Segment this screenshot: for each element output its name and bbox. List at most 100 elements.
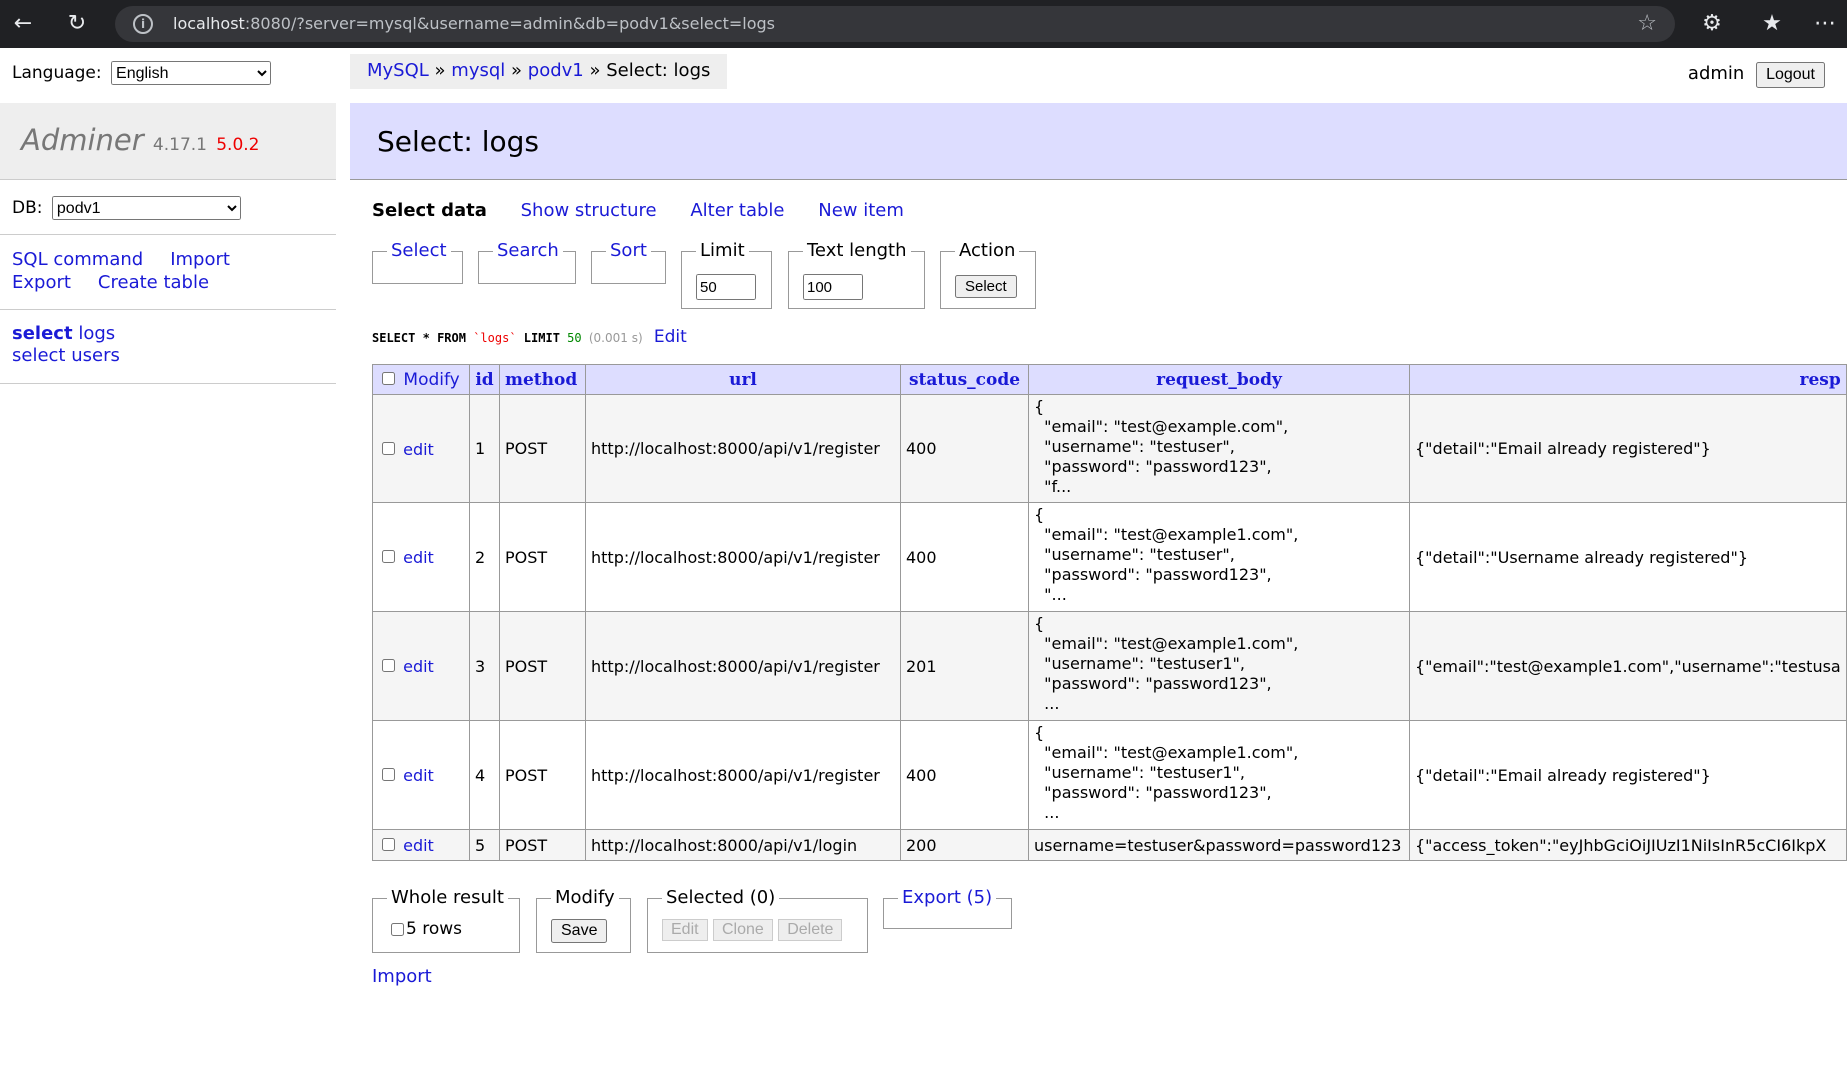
export-toggle[interactable]: Export (5) bbox=[898, 887, 997, 908]
sql-query: SELECT * FROM `logs` LIMIT 50 (0.001 s) … bbox=[372, 327, 687, 347]
sidebar-links: SQL command Import Export Create table bbox=[12, 248, 257, 294]
column-header-url[interactable]: url bbox=[585, 364, 901, 395]
limit-input[interactable] bbox=[696, 274, 756, 300]
favorites-icon[interactable]: ★ bbox=[1757, 9, 1787, 39]
select-columns-toggle[interactable]: Select bbox=[387, 240, 451, 261]
cell-url: http://localhost:8000/api/v1/login bbox=[585, 829, 901, 861]
show-structure-link[interactable]: Show structure bbox=[521, 200, 657, 221]
title-band: Select: logs bbox=[350, 103, 1847, 180]
row-edit-link[interactable]: edit bbox=[403, 836, 434, 855]
logout-button[interactable]: Logout bbox=[1756, 62, 1825, 88]
modify-label: Modify bbox=[551, 887, 619, 908]
row-checkbox[interactable] bbox=[382, 659, 395, 672]
column-header-request-body[interactable]: request_body bbox=[1028, 364, 1410, 395]
column-header-id[interactable]: id bbox=[469, 364, 500, 395]
breadcrumb-mysql-driver[interactable]: MySQL bbox=[367, 60, 429, 81]
db-selector-row: DB: podv1 bbox=[12, 196, 241, 220]
db-label: DB: bbox=[12, 198, 43, 218]
select-submit-button[interactable]: Select bbox=[955, 275, 1017, 298]
row-select-cell: edit bbox=[372, 611, 470, 721]
import-link-bottom[interactable]: Import bbox=[372, 966, 432, 987]
row-select-cell: edit bbox=[372, 829, 470, 861]
all-rows-option[interactable]: 5 rows bbox=[391, 919, 462, 939]
create-table-link[interactable]: Create table bbox=[98, 272, 209, 293]
sort-toggle[interactable]: Sort bbox=[606, 240, 651, 261]
cell-id: 1 bbox=[469, 394, 500, 503]
cell-method: POST bbox=[499, 394, 586, 503]
extensions-icon[interactable]: ⚙ bbox=[1697, 9, 1727, 39]
site-info-icon[interactable]: i bbox=[133, 14, 153, 34]
row-checkbox[interactable] bbox=[382, 768, 395, 781]
cell-request-body: username=testuser&password=password123 bbox=[1028, 829, 1410, 861]
db-select[interactable]: podv1 bbox=[51, 196, 241, 220]
cell-response: {"detail":"Email already registered"} bbox=[1409, 720, 1847, 830]
edit-selected-button[interactable]: Edit bbox=[662, 919, 708, 941]
limit-fieldset: Limit bbox=[681, 240, 772, 309]
cell-status-code: 201 bbox=[900, 611, 1029, 721]
row-select-cell: edit bbox=[372, 394, 470, 503]
browser-toolbar: ← ↻ i localhost:8080/?server=mysql&usern… bbox=[0, 0, 1847, 48]
modify-fieldset: Modify Save bbox=[536, 887, 631, 953]
address-bar[interactable]: i localhost:8080/?server=mysql&username=… bbox=[115, 6, 1675, 42]
action-fieldset: Action Select bbox=[940, 240, 1036, 309]
row-checkbox[interactable] bbox=[382, 441, 395, 455]
save-button[interactable]: Save bbox=[551, 919, 608, 943]
row-edit-link[interactable]: edit bbox=[403, 657, 434, 676]
text-length-fieldset: Text length bbox=[788, 240, 925, 309]
column-header-status-code[interactable]: status_code bbox=[900, 364, 1029, 395]
export-fieldset: Export (5) bbox=[883, 887, 1012, 929]
cell-status-code: 400 bbox=[900, 720, 1029, 830]
select-all-checkbox[interactable] bbox=[382, 372, 395, 385]
cell-method: POST bbox=[499, 720, 586, 830]
version: 4.17.1 bbox=[152, 135, 207, 155]
page-title: Select: logs bbox=[377, 125, 539, 158]
cell-response: {"detail":"Email already registered"} bbox=[1409, 394, 1847, 503]
delete-selected-button[interactable]: Delete bbox=[778, 919, 843, 941]
import-link[interactable]: Import bbox=[170, 249, 230, 270]
alter-table-link[interactable]: Alter table bbox=[690, 200, 784, 221]
clone-selected-button[interactable]: Clone bbox=[712, 919, 773, 941]
query-time: (0.001 s) bbox=[588, 331, 643, 345]
table-menu: Select data Show structure Alter table N… bbox=[372, 200, 1847, 221]
language-label: Language: bbox=[12, 63, 102, 83]
cell-status-code: 400 bbox=[900, 502, 1029, 612]
cell-id: 5 bbox=[469, 829, 500, 861]
row-checkbox[interactable] bbox=[382, 550, 395, 563]
table-row: edit 5 POST http://localhost:8000/api/v1… bbox=[372, 829, 1847, 861]
search-toggle[interactable]: Search bbox=[493, 240, 563, 261]
back-arrow-icon[interactable]: ← bbox=[8, 9, 38, 39]
table-link-users[interactable]: select users bbox=[12, 345, 120, 367]
column-header-response[interactable]: resp bbox=[1409, 364, 1847, 395]
modify-link[interactable]: Modify bbox=[403, 370, 459, 390]
table-link-logs[interactable]: select logs bbox=[12, 323, 120, 345]
reload-icon[interactable]: ↻ bbox=[62, 9, 92, 39]
language-select[interactable]: English bbox=[111, 61, 272, 85]
row-edit-link[interactable]: edit bbox=[403, 766, 434, 785]
row-edit-link[interactable]: edit bbox=[403, 548, 434, 567]
selected-fieldset: Selected (0) Edit Clone Delete bbox=[647, 887, 868, 953]
all-rows-checkbox[interactable] bbox=[391, 922, 404, 936]
breadcrumb-current: Select: logs bbox=[606, 60, 711, 81]
sort-fieldset: Sort bbox=[591, 240, 666, 284]
text-length-input[interactable] bbox=[803, 274, 863, 300]
table-row: edit 2 POST http://localhost:8000/api/v1… bbox=[372, 502, 1847, 612]
more-menu-icon[interactable]: ⋯ bbox=[1810, 9, 1840, 39]
breadcrumb-db[interactable]: podv1 bbox=[528, 60, 584, 81]
cell-response: {"detail":"Username already registered"} bbox=[1409, 502, 1847, 612]
row-edit-link[interactable]: edit bbox=[403, 440, 434, 459]
cell-method: POST bbox=[499, 611, 586, 721]
edit-query-link[interactable]: Edit bbox=[654, 327, 687, 347]
cell-method: POST bbox=[499, 502, 586, 612]
sql-command-link[interactable]: SQL command bbox=[12, 249, 143, 270]
select-data-link[interactable]: Select data bbox=[372, 200, 487, 221]
breadcrumb-server[interactable]: mysql bbox=[451, 60, 505, 81]
column-header-method[interactable]: method bbox=[499, 364, 586, 395]
divider bbox=[0, 383, 336, 384]
adminer-logo[interactable]: Adminer 4.17.1 5.0.2 bbox=[21, 123, 259, 157]
new-version-link[interactable]: 5.0.2 bbox=[216, 135, 259, 155]
new-item-link[interactable]: New item bbox=[818, 200, 904, 221]
bookmark-star-icon[interactable]: ☆ bbox=[1637, 6, 1657, 42]
export-link[interactable]: Export bbox=[12, 272, 71, 293]
row-checkbox[interactable] bbox=[382, 838, 395, 851]
search-fieldset: Search bbox=[478, 240, 576, 284]
